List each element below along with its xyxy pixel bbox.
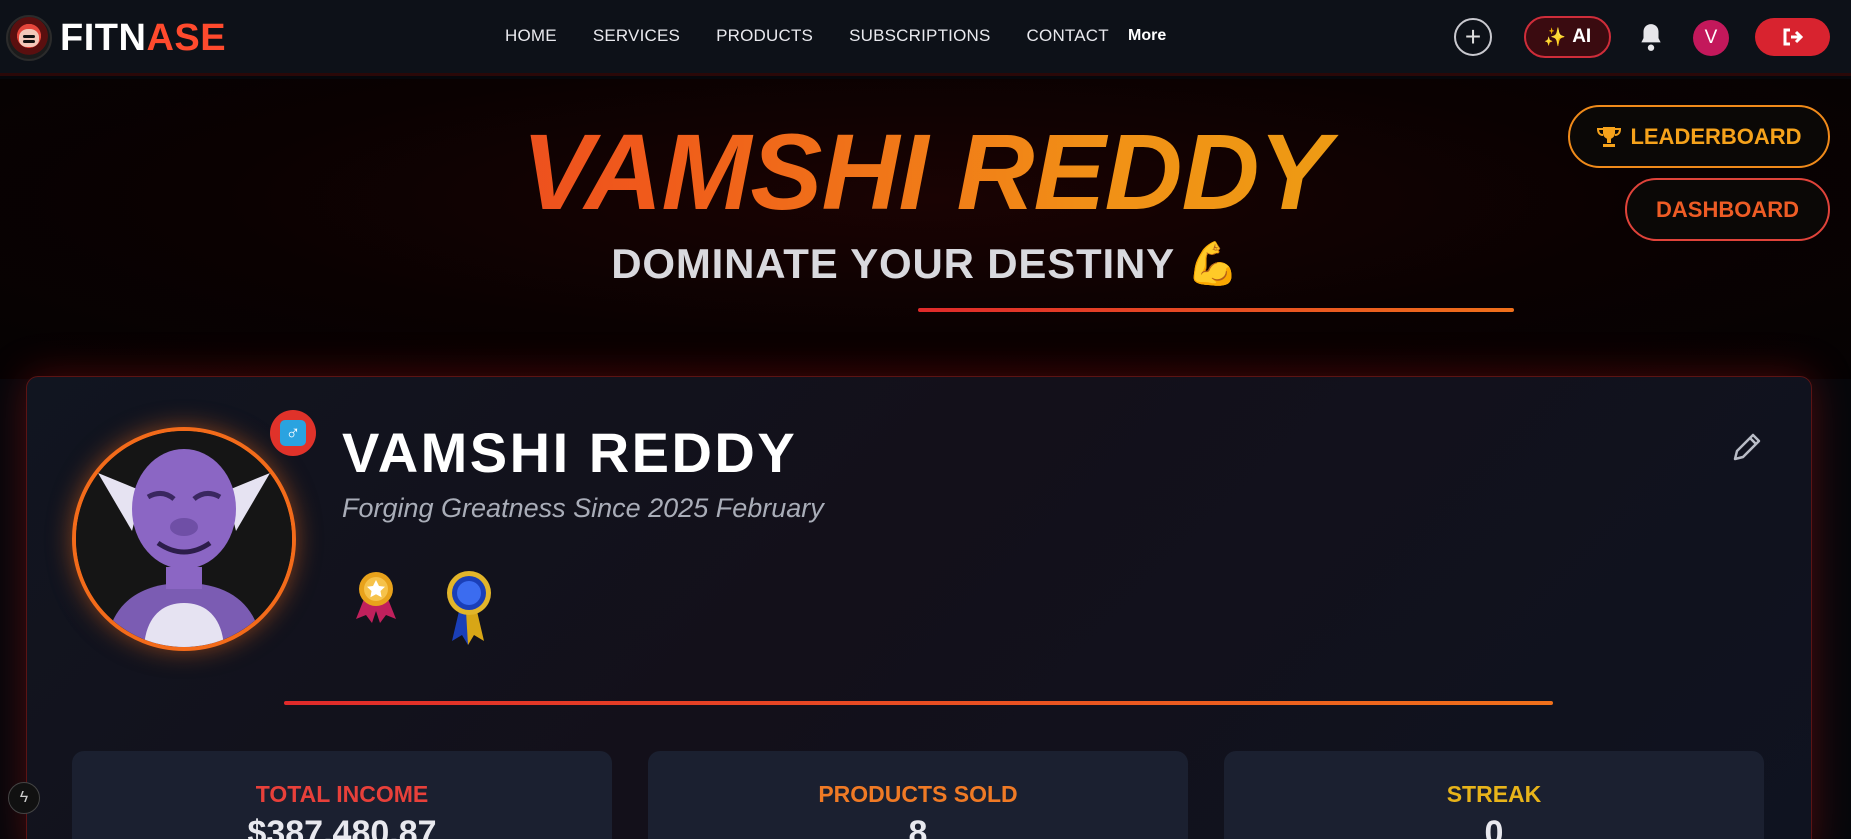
trophy-icon [1597, 126, 1622, 147]
hero-subtitle: DOMINATE YOUR DESTINY 💪 [0, 240, 1851, 289]
brand-name-part2: ASE [146, 16, 227, 59]
stat-value: 8 [908, 814, 928, 839]
stat-card-products-sold: PRODUCTS SOLD 8 [648, 751, 1188, 839]
leaderboard-button[interactable]: LEADERBOARD [1568, 105, 1830, 168]
hero-underline [918, 308, 1514, 312]
profile-tagline: Forging Greatness Since 2025 February [342, 493, 824, 523]
ai-button-label: AI [1572, 26, 1592, 47]
nav-link-products[interactable]: PRODUCTS [716, 26, 813, 46]
stat-card-total-income: TOTAL INCOME $387,480.87 [72, 751, 612, 839]
nav-link-home[interactable]: HOME [505, 26, 557, 46]
hero-subtitle-text: DOMINATE YOUR DESTINY [611, 240, 1175, 287]
edit-pencil-icon[interactable] [1728, 430, 1764, 466]
user-avatar[interactable]: V [1693, 20, 1729, 56]
stat-label: PRODUCTS SOLD [818, 781, 1018, 807]
nav-links: HOME SERVICES PRODUCTS SUBSCRIPTIONS CON… [505, 26, 1145, 46]
brand-name: FITNASE [60, 17, 226, 60]
goblin-avatar-icon [76, 431, 292, 647]
stat-label: TOTAL INCOME [255, 781, 429, 807]
leaderboard-label: LEADERBOARD [1630, 123, 1802, 149]
nav-link-contact[interactable]: CONTACT [1027, 26, 1109, 46]
gender-badge: ♂ [270, 410, 316, 456]
top-navbar: FITNASE HOME SERVICES PRODUCTS SUBSCRIPT… [0, 0, 1851, 76]
stat-card-streak: STREAK 0 [1224, 751, 1764, 839]
user-avatar-initial: V [1704, 27, 1718, 48]
plus-icon: + [1464, 21, 1482, 52]
lightning-bolt-icon[interactable]: ϟ [8, 782, 40, 814]
profile-name: VAMSHI REDDY [342, 421, 798, 484]
sparkles-icon: ✨ [1543, 26, 1567, 47]
male-symbol-icon: ♂ [280, 420, 306, 446]
brand-logo[interactable]: FITNASE [6, 15, 226, 61]
nav-more-menu[interactable]: More [1128, 27, 1166, 45]
profile-avatar[interactable] [72, 427, 296, 651]
stat-value: $387,480.87 [247, 814, 437, 839]
add-button[interactable]: + [1454, 18, 1492, 56]
nav-link-services[interactable]: SERVICES [593, 26, 680, 46]
dashboard-button[interactable]: DASHBOARD [1625, 178, 1830, 241]
logout-icon [1783, 28, 1803, 46]
star-medal-icon [356, 572, 396, 623]
profile-divider [284, 701, 1553, 705]
blue-ribbon-icon [447, 571, 491, 645]
brand-name-part1: FITN [60, 16, 147, 59]
stat-value: 0 [1484, 814, 1504, 839]
logout-button[interactable] [1755, 18, 1830, 56]
flexed-bicep-icon: 💪 [1186, 240, 1240, 287]
notification-bell-icon[interactable] [1638, 22, 1664, 52]
brand-mascot-icon [6, 15, 52, 61]
stat-label: STREAK [1446, 781, 1542, 807]
ai-button[interactable]: ✨ AI [1524, 16, 1611, 58]
dashboard-label: DASHBOARD [1656, 196, 1799, 222]
nav-link-subscriptions[interactable]: SUBSCRIPTIONS [849, 26, 990, 46]
